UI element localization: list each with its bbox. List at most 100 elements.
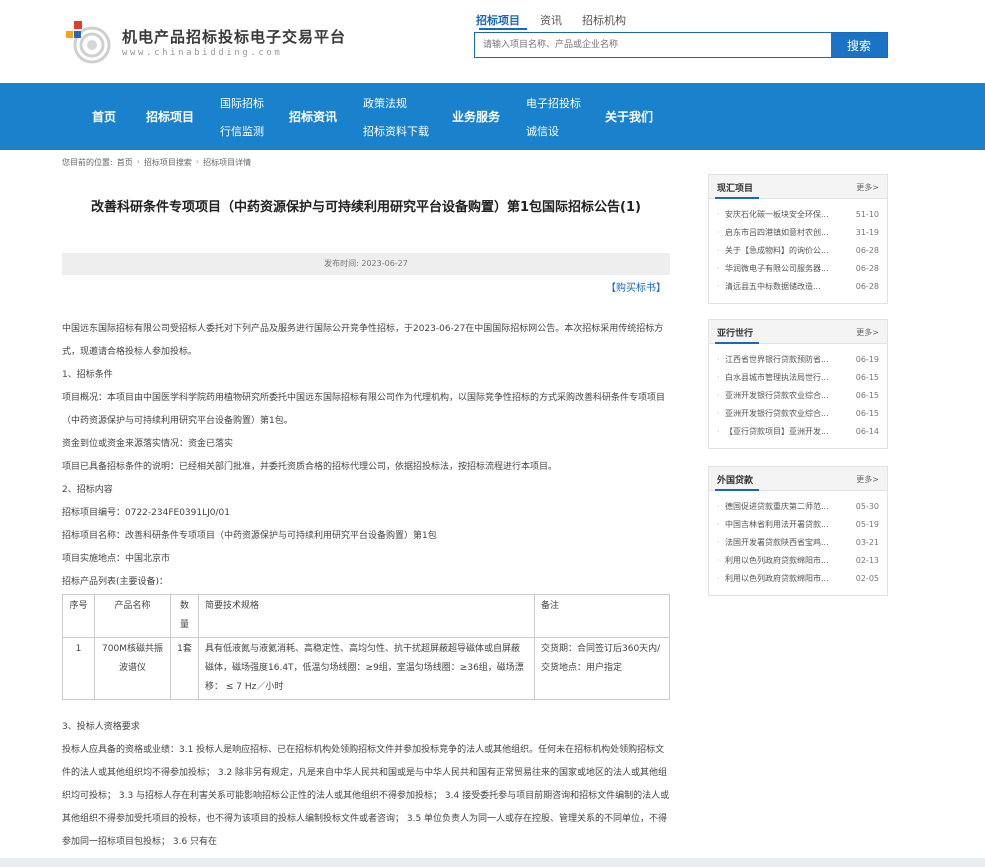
project-overview: 项目概况：本项目由中国医学科学院药用植物研究所委托中国远东国际招标有限公司作为代… xyxy=(62,393,666,426)
table-row: 1 700M核磁共振波谱仪 1套 具有低液氮与液氦消耗、高稳定性、高均匀性、抗干… xyxy=(62,637,670,700)
list-item[interactable]: · 关于【急成物料】的询价公... 06-28 xyxy=(717,241,881,259)
title-underline xyxy=(715,342,759,344)
list-item[interactable]: · 启东市吕四港镇如意村农创... 31-19 xyxy=(717,223,881,241)
tab-bid-agencies[interactable]: 招标机构 xyxy=(582,12,626,32)
sidebar-list: · 德国促进贷款重庆第二师范... 05-30 · 中国吉林省利用法开署贷款... 05… xyxy=(709,491,887,595)
main-nav: 首页 招标项目 国际招标 行信监测 招标资讯 政策法规 招标资料下载 业务服务 … xyxy=(0,83,985,150)
sidebar-box-header: 亚行世行 更多> xyxy=(709,320,887,344)
search-input[interactable] xyxy=(475,33,831,57)
intro-text: 中国远东国际招标有限公司受招标人委托对下列产品及服务进行国际公开竞争性招标，于2… xyxy=(62,324,664,357)
list-item-date: 02-05 xyxy=(855,573,879,583)
search-button[interactable]: 搜索 xyxy=(831,33,887,57)
cell-spec: 具有低液氮与液氦消耗、高稳定性、高均匀性、抗干扰超屏蔽超导磁体或自屏蔽磁体，磁场… xyxy=(198,637,535,700)
list-item[interactable]: · 江西省世界银行贷款预防省... 06-19 xyxy=(717,350,881,368)
bullet-icon: · xyxy=(717,426,720,436)
nav-ebid-group: 电子招投标 诚信设 xyxy=(526,83,581,150)
list-item-text: 安庆石化碳一板块安全环保... xyxy=(725,209,829,219)
tab-news[interactable]: 资讯 xyxy=(540,12,562,32)
sidebar-box-foreign-loans: 外国贷款 更多> · 德国促进贷款重庆第二师范... 05-30 · 中国吉林省利用法… xyxy=(708,466,888,596)
list-item-date: 06-15 xyxy=(855,408,879,418)
active-tab-indicator xyxy=(479,28,527,30)
title-underline xyxy=(715,489,759,491)
project-name: 招标项目名称：改善科研条件专项项目（中药资源保护与可持续利用研究平台设备购置）第… xyxy=(62,531,437,541)
chevron-right-icon: › xyxy=(195,157,200,166)
bullet-icon: · xyxy=(717,354,720,364)
nav-about[interactable]: 关于我们 xyxy=(605,83,653,150)
col-qty: 数量 xyxy=(170,594,199,638)
sidebar-list: · 江西省世界银行贷款预防省... 06-19 · 白水县城市管理执法局世行... 06… xyxy=(709,344,887,448)
cell-no: 1 xyxy=(62,637,95,700)
nav-docs-download[interactable]: 招标资料下载 xyxy=(363,123,429,139)
more-link[interactable]: 更多> xyxy=(856,182,879,193)
list-item-text: 清远县五中标数据储改造... xyxy=(725,281,821,291)
list-item[interactable]: · 亚洲开发银行贷款农业综合... 06-15 xyxy=(717,404,881,422)
nav-bid-projects[interactable]: 招标项目 xyxy=(146,83,194,150)
nav-intl-bid[interactable]: 国际招标 xyxy=(220,95,264,111)
product-table: 序号 产品名称 数量 简要技术规格 备注 1 700M核磁共振波谱仪 1套 具有… xyxy=(62,594,670,700)
bullet-icon: · xyxy=(717,519,720,529)
breadcrumb-home[interactable]: 首页 xyxy=(117,157,133,168)
logo-icon[interactable] xyxy=(66,17,111,65)
bullet-icon: · xyxy=(717,372,720,382)
nav-home[interactable]: 首页 xyxy=(92,83,116,150)
title-underline xyxy=(715,197,759,199)
more-link[interactable]: 更多> xyxy=(856,474,879,485)
bid-readiness: 项目已具备招标条件的说明：已经相关部门批准，并委托资质合格的招标代理公司，依据招… xyxy=(62,462,558,472)
publish-date: 发布时间: 2023-06-27 xyxy=(62,253,670,275)
list-item[interactable]: · 利用以色列政府贷款绵阳市... 02-05 xyxy=(717,569,881,587)
list-item[interactable]: · 法国开发署贷款陕西省宝鸡... 03-21 xyxy=(717,533,881,551)
list-item-date: 03-21 xyxy=(855,537,879,547)
product-list-label: 招标产品列表(主要设备)： xyxy=(62,577,169,587)
breadcrumb-search[interactable]: 招标项目搜索 xyxy=(144,157,192,168)
list-item[interactable]: · 华润微电子有限公司服务器... 06-28 xyxy=(717,259,881,277)
sidebar-box-title: 外国贷款 xyxy=(717,476,754,486)
more-link[interactable]: 更多> xyxy=(856,327,879,338)
list-item[interactable]: · 亚洲开发银行贷款农业综合... 06-15 xyxy=(717,386,881,404)
nav-bid-news[interactable]: 招标资讯 xyxy=(289,83,337,150)
horizontal-scrollbar[interactable] xyxy=(0,858,985,867)
nav-intl-group: 国际招标 行信监测 xyxy=(220,83,264,150)
list-item-date: 06-15 xyxy=(855,372,879,382)
sidebar-box-adb-wb: 亚行世行 更多> · 江西省世界银行贷款预防省... 06-19 · 白水县城市管理执… xyxy=(708,319,888,449)
nav-credit[interactable]: 诚信设 xyxy=(526,123,559,139)
list-item[interactable]: · 德国促进贷款重庆第二师范... 05-30 xyxy=(717,497,881,515)
breadcrumb-prefix: 您目前的位置: xyxy=(62,158,113,167)
list-item[interactable]: · 白水县城市管理执法局世行... 06-15 xyxy=(717,368,881,386)
nav-monitor[interactable]: 行信监测 xyxy=(220,123,264,139)
bullet-icon: · xyxy=(717,573,720,583)
bullet-icon: · xyxy=(717,390,720,400)
qualification-text: 投标人应具备的资格或业绩：3.1 投标人是响应招标、已在招标机构处领购招标文件并… xyxy=(62,745,670,847)
cell-remark: 交货期：合同签订后360天内/交货地点：用户指定 xyxy=(534,637,670,700)
cell-product: 700M核磁共振波谱仪 xyxy=(94,637,171,700)
bullet-icon: · xyxy=(717,263,720,273)
list-item[interactable]: · 利用以色列政府贷款绵阳市... 02-13 xyxy=(717,551,881,569)
table-header-row: 序号 产品名称 数量 简要技术规格 备注 xyxy=(62,594,670,638)
list-item-date: 51-10 xyxy=(855,209,879,219)
nav-policy-group: 政策法规 招标资料下载 xyxy=(363,83,429,150)
list-item-date: 02-13 xyxy=(855,555,879,565)
list-item-text: 利用以色列政府贷款绵阳市... xyxy=(725,573,829,583)
article-title: 改善科研条件专项项目（中药资源保护与可持续利用研究平台设备购置）第1包国际招标公… xyxy=(91,200,641,215)
buy-tender-link[interactable]: 【购买标书】 xyxy=(606,279,666,294)
sidebar-box-header: 现汇项目 更多> xyxy=(709,175,887,199)
list-item-date: 06-14 xyxy=(855,426,879,436)
list-item[interactable]: · 清远县五中标数据储改造... 06-28 xyxy=(717,277,881,295)
col-no: 序号 xyxy=(62,594,95,638)
section-title: 1、招标条件 xyxy=(62,370,113,380)
list-item-date: 05-30 xyxy=(855,501,879,511)
list-item-date: 06-15 xyxy=(855,390,879,400)
nav-business[interactable]: 业务服务 xyxy=(452,83,500,150)
list-item[interactable]: · 安庆石化碳一板块安全环保... 51-10 xyxy=(717,205,881,223)
nav-e-bid[interactable]: 电子招投标 xyxy=(526,95,581,111)
section-title: 2、招标内容 xyxy=(62,485,113,495)
list-item-text: 华润微电子有限公司服务器... xyxy=(725,263,829,273)
breadcrumb: 您目前的位置: 首页 › 招标项目搜索 › 招标项目详情 xyxy=(62,157,251,168)
list-item[interactable]: · 【亚行贷款项目】亚洲开发... 06-14 xyxy=(717,422,881,440)
list-item[interactable]: · 中国吉林省利用法开署贷款... 05-19 xyxy=(717,515,881,533)
list-item-text: 中国吉林省利用法开署贷款... xyxy=(725,519,829,529)
nav-policy[interactable]: 政策法规 xyxy=(363,95,407,111)
bullet-icon: · xyxy=(717,227,720,237)
bullet-icon: · xyxy=(717,281,720,291)
article-body: 中国远东国际招标有限公司受招标人委托对下列产品及服务进行国际公开竞争性招标，于2… xyxy=(62,318,670,854)
site-url: www.chinabidding.com xyxy=(122,48,283,58)
